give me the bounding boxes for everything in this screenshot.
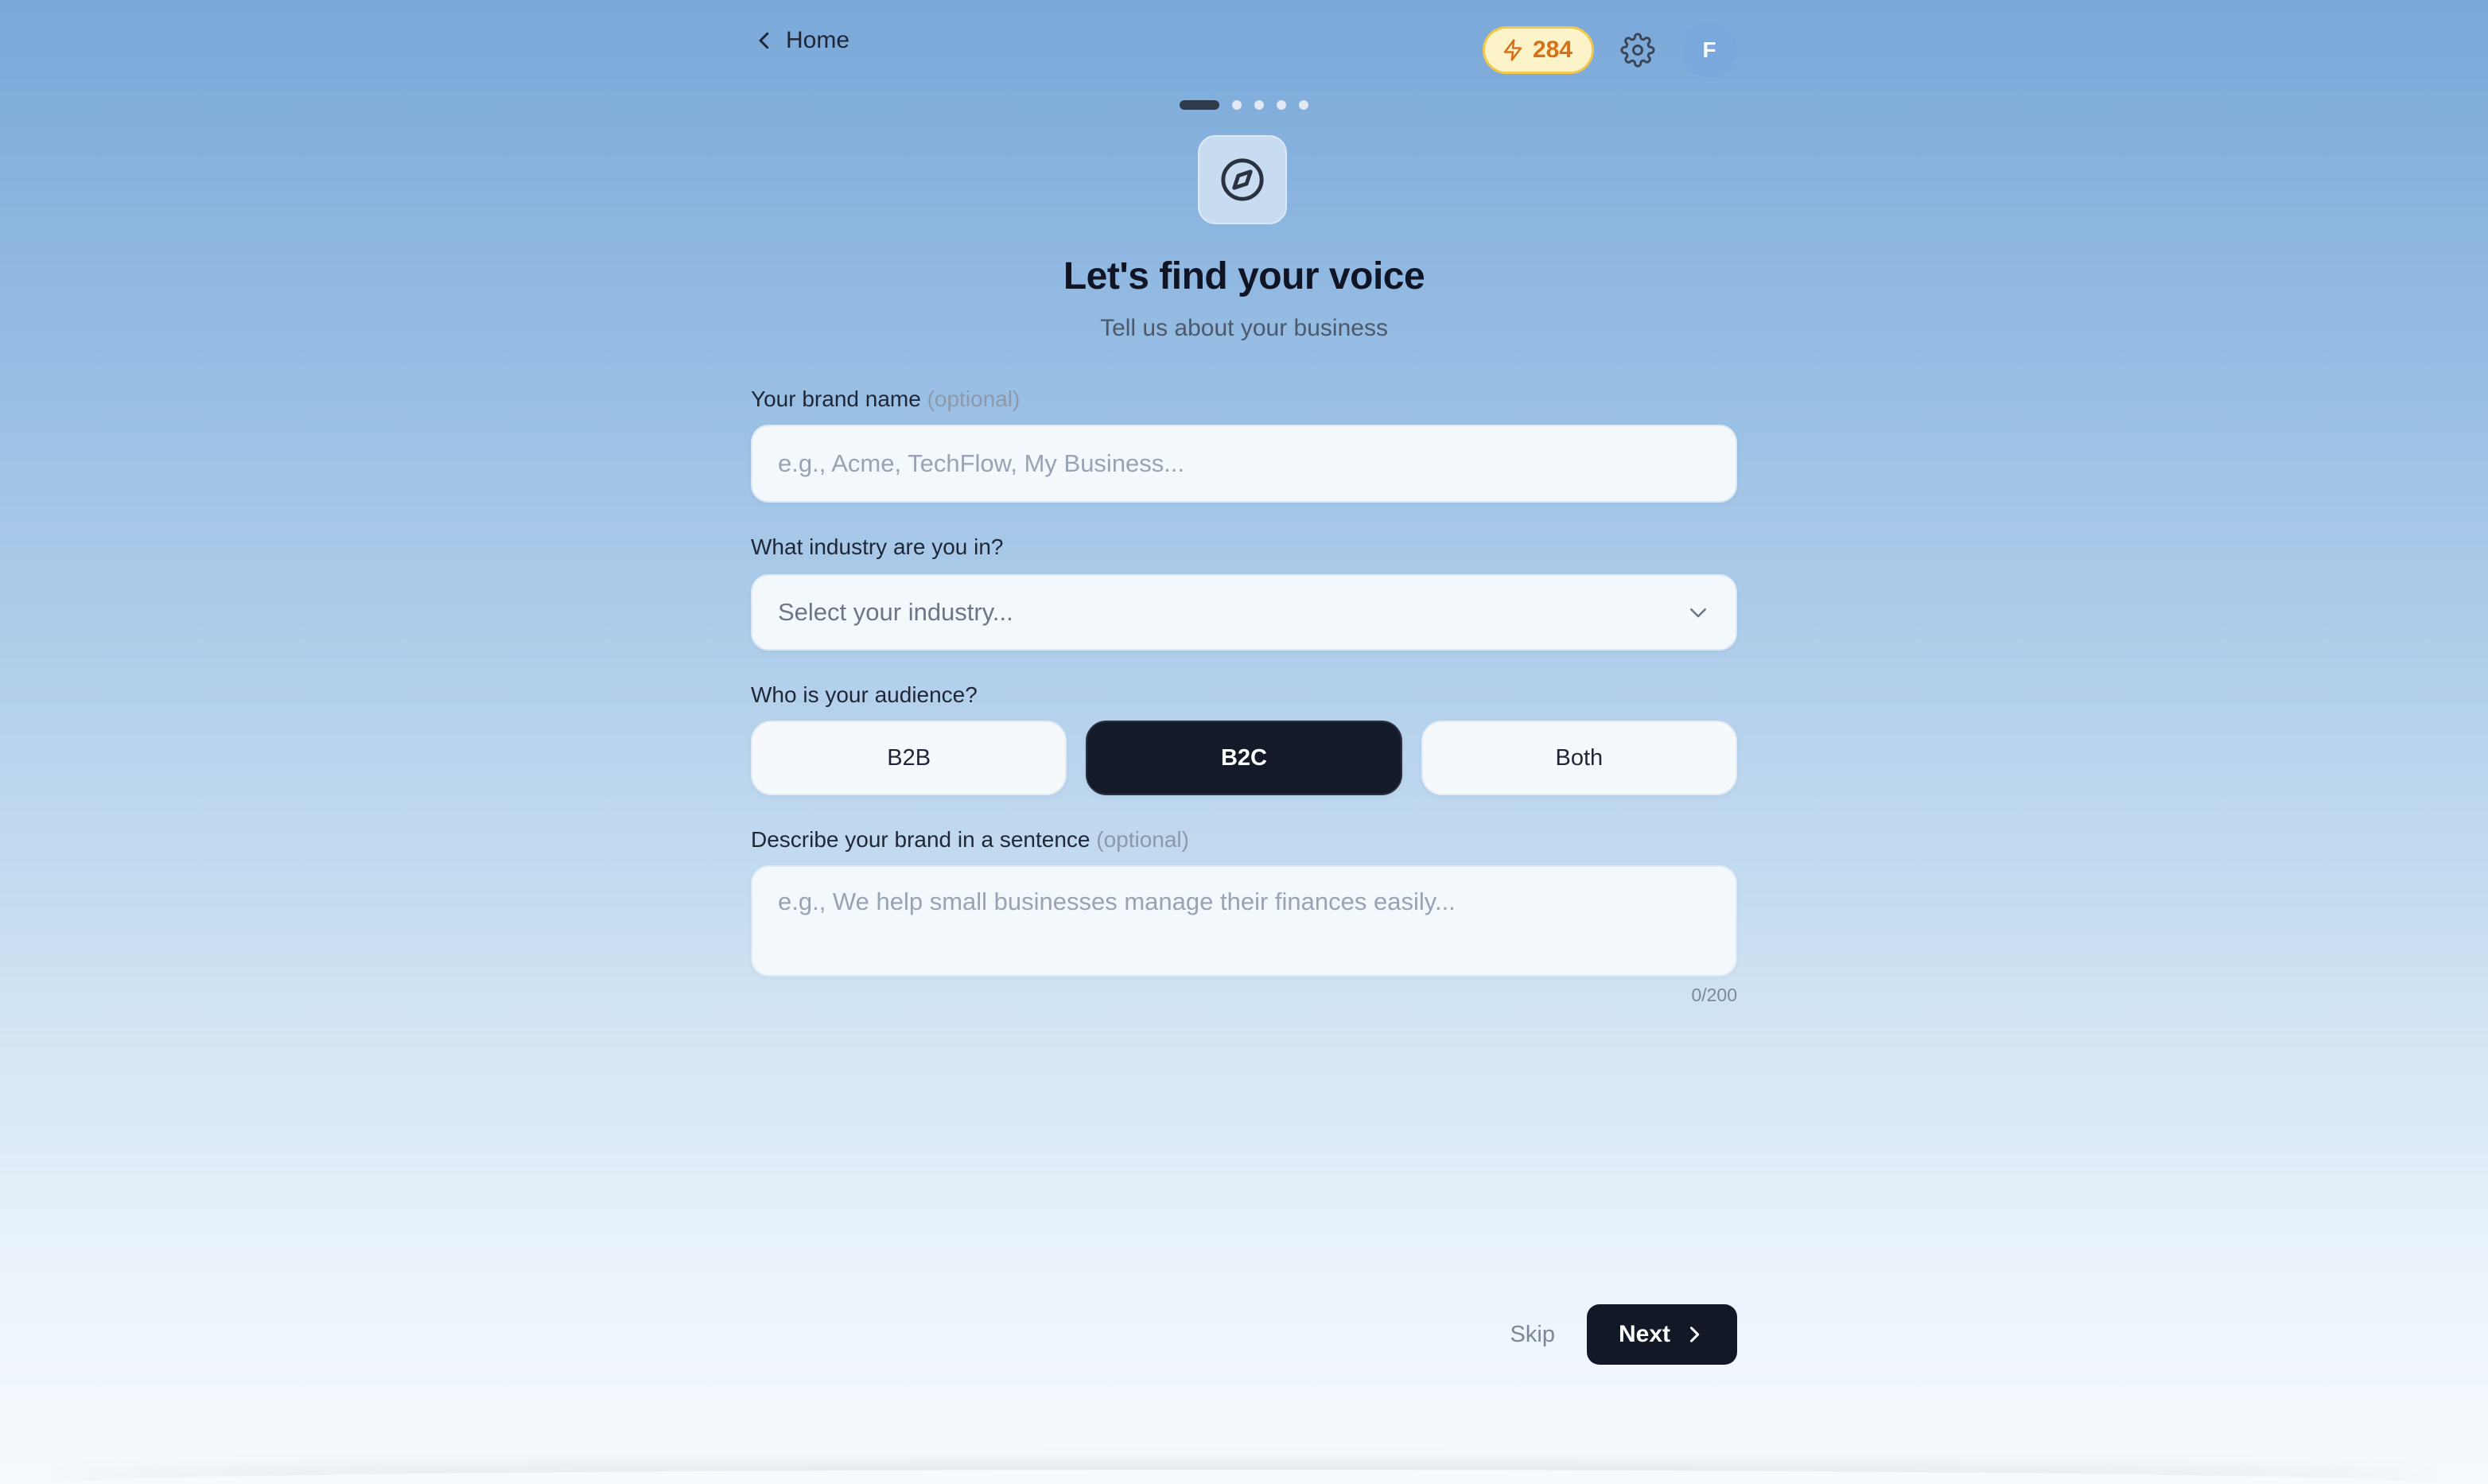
next-button-label: Next	[1618, 1321, 1670, 1347]
audience-option-b2b[interactable]: B2B	[751, 721, 1067, 795]
back-label: Home	[786, 27, 850, 53]
audience-option-b2c[interactable]: B2C	[1086, 721, 1402, 795]
optional-tag: (optional)	[927, 387, 1020, 411]
industry-select-value: Select your industry...	[778, 598, 1013, 626]
credits-badge[interactable]: 284	[1482, 26, 1594, 74]
audience-option-both[interactable]: Both	[1421, 721, 1737, 795]
character-counter: 0/200	[1691, 985, 1737, 1005]
description-textarea[interactable]	[751, 865, 1737, 977]
top-bar: Home 284 F	[751, 22, 1737, 78]
page-title: Let's find your voice	[1063, 255, 1425, 297]
lightning-icon	[1503, 39, 1522, 61]
credits-count: 284	[1532, 37, 1572, 63]
optional-tag: (optional)	[1096, 827, 1189, 852]
chevron-down-icon	[1690, 608, 1706, 618]
industry-select[interactable]: Select your industry...	[751, 574, 1737, 651]
industry-label: What industry are you in?	[751, 534, 1004, 559]
gear-icon	[1620, 33, 1655, 68]
step-indicator	[1232, 100, 1242, 110]
brand-name-label-text: Your brand name	[751, 387, 921, 411]
brand-name-label: Your brand name (optional)	[751, 387, 1020, 412]
audience-label: Who is your audience?	[751, 682, 978, 707]
hero-icon-tile	[1198, 135, 1287, 224]
skip-button[interactable]: Skip	[1510, 1322, 1555, 1348]
description-label: Describe your brand in a sentence (optio…	[751, 827, 1189, 853]
audience-segmented-control: B2B B2C Both	[751, 721, 1737, 795]
bottom-sheet-edge	[48, 1470, 2440, 1484]
chevron-right-icon	[1689, 1327, 1700, 1342]
next-button[interactable]: Next	[1586, 1304, 1737, 1365]
compass-icon	[1221, 158, 1264, 201]
brand-name-input[interactable]	[751, 425, 1737, 503]
chevron-left-icon	[759, 32, 769, 49]
progress-stepper	[751, 100, 1737, 110]
step-indicator-active	[1180, 100, 1219, 110]
step-indicator	[1254, 100, 1264, 110]
onboarding-page: Home 284 F Let's find your voice Tell us…	[0, 0, 2488, 1484]
step-indicator	[1299, 100, 1308, 110]
step-indicator	[1277, 100, 1286, 110]
footer-actions: Skip Next	[1510, 1304, 1737, 1365]
settings-button[interactable]	[1615, 27, 1661, 73]
description-label-text: Describe your brand in a sentence	[751, 827, 1090, 852]
back-home-link[interactable]: Home	[752, 27, 849, 54]
page-subtitle: Tell us about your business	[1100, 315, 1388, 341]
header-actions: 284 F	[1482, 22, 1737, 78]
avatar[interactable]: F	[1681, 22, 1737, 78]
